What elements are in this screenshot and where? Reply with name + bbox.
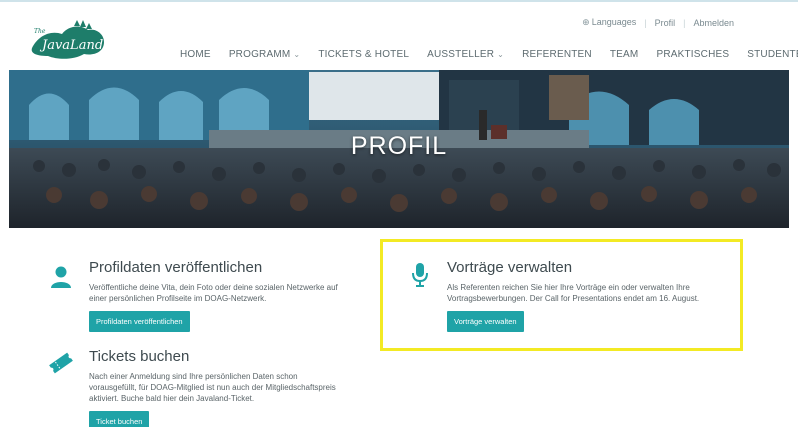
publish-profile-button[interactable]: Profildaten veröffentlichen <box>89 311 190 332</box>
page-title: PROFIL <box>350 132 448 160</box>
nav-item-home[interactable]: HOME <box>180 49 211 60</box>
nav-item-studenten[interactable]: STUDENTEN <box>747 49 798 60</box>
utility-links: ⊕ Languages | Profil | Abmelden <box>582 17 734 28</box>
book-ticket-button[interactable]: Ticket buchen <box>89 411 150 427</box>
tickets-section: Tickets buchen Nach einer Anmeldung sind… <box>89 348 379 427</box>
separator: | <box>644 17 647 28</box>
profile-link[interactable]: Profil <box>655 18 676 28</box>
profile-title: Profildaten veröffentlichen <box>89 259 263 276</box>
chevron-down-icon: ⌄ <box>497 50 505 59</box>
top-border <box>0 0 798 2</box>
user-icon <box>51 266 71 288</box>
ticket-icon <box>49 352 73 374</box>
nav-item-tickets-hotel[interactable]: TICKETS & HOTEL <box>318 49 409 60</box>
svg-text:JavaLand: JavaLand <box>39 38 103 53</box>
main-nav: HOME PROGRAMM ⌄ TICKETS & HOTEL AUSSTELLE… <box>180 49 798 60</box>
nav-item-praktisches[interactable]: PRAKTISCHES <box>656 49 729 60</box>
nav-item-referenten[interactable]: REFERENTEN <box>522 49 592 60</box>
highlight-frame <box>380 239 743 351</box>
nav-item-aussteller[interactable]: AUSSTELLER ⌄ <box>427 49 504 60</box>
svg-text:The: The <box>34 28 46 35</box>
profile-description: Veröffentliche deine Vita, dein Foto ode… <box>89 283 338 303</box>
separator: | <box>683 17 686 28</box>
nav-item-team[interactable]: TEAM <box>610 49 639 60</box>
languages-link[interactable]: ⊕ Languages <box>582 17 636 28</box>
tickets-title: Tickets buchen <box>89 348 190 365</box>
chevron-down-icon: ⌄ <box>293 50 301 59</box>
nav-item-programm[interactable]: PROGRAMM ⌄ <box>229 49 301 60</box>
tickets-description: Nach einer Anmeldung sind Ihre persönlic… <box>89 372 336 403</box>
profile-section: Profildaten veröffentlichen Veröffentlic… <box>89 259 369 332</box>
javaland-logo[interactable]: JavaLand The <box>28 18 108 62</box>
hero-banner: PROFIL <box>9 70 789 228</box>
logout-link[interactable]: Abmelden <box>693 18 734 28</box>
globe-icon: ⊕ <box>582 17 590 27</box>
